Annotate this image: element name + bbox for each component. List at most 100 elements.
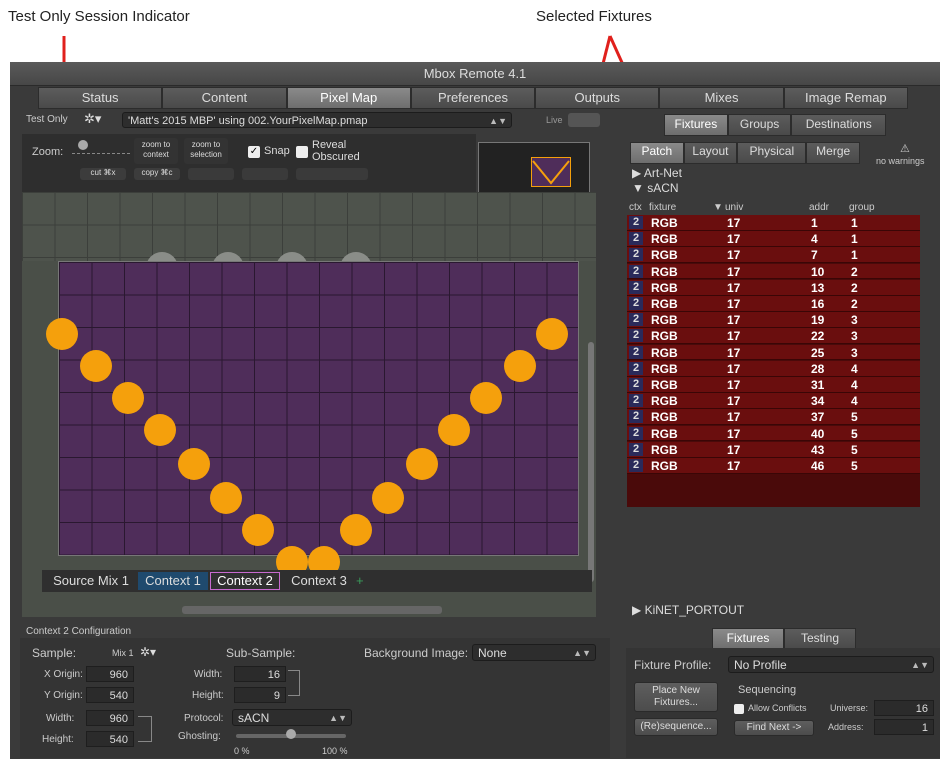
fixture-dot[interactable] [242,514,274,546]
tab-testing[interactable]: Testing [784,628,856,650]
table-row[interactable]: 2 RGB 17 13 2 [627,279,920,296]
tab-patch[interactable]: Patch [630,142,684,164]
tab-destinations[interactable]: Destinations [791,114,887,136]
fixture-dot[interactable] [210,482,242,514]
tab-groups[interactable]: Groups [727,114,792,136]
tab-preferences[interactable]: Preferences [410,87,536,109]
width-field[interactable]: 960 [86,710,134,726]
live-toggle[interactable] [568,113,600,127]
tab-status[interactable]: Status [38,87,163,109]
tab-image-remap[interactable]: Image Remap [783,87,908,109]
gear-icon[interactable]: ✲▾ [84,111,101,127]
fixture-dot[interactable] [536,318,568,350]
snap-checkbox[interactable]: ✓ [248,146,260,158]
tab-source-mix-1[interactable]: Source Mix 1 [46,572,136,590]
resequence-button[interactable]: (Re)sequence... [634,718,718,736]
sub-width-field[interactable]: 16 [234,666,286,682]
aspect-lock[interactable] [138,716,152,742]
pixel-map-file-select[interactable]: 'Matt's 2015 MBP' using 002.YourPixelMap… [122,112,512,128]
fixture-dot[interactable] [80,350,112,382]
fixture-dot[interactable] [112,382,144,414]
cell-ctx: 2 [629,280,643,294]
col-univ[interactable]: univ [725,202,743,213]
table-row[interactable]: 2 RGB 17 43 5 [627,441,920,458]
x-origin-field[interactable]: 960 [86,666,134,682]
table-row[interactable]: 2 RGB 17 7 1 [627,247,920,264]
fixture-dot[interactable] [438,414,470,446]
tree-artnet[interactable]: ▶ Art-Net [632,166,682,180]
cut-button[interactable]: cut ⌘x [80,168,126,180]
tree-kinet[interactable]: ▶ KiNET_PORTOUT [632,603,744,617]
table-row[interactable]: 2 RGB 17 10 2 [627,263,920,280]
sub-height-field[interactable]: 9 [234,687,286,703]
cell-addr: 22 [811,329,825,344]
table-row[interactable]: 2 RGB 17 31 4 [627,377,920,393]
col-group[interactable]: group [849,202,875,213]
sub-aspect-lock[interactable] [288,670,300,696]
add-context-button[interactable]: + [356,572,370,590]
fixture-dot[interactable] [470,382,502,414]
tree-sacn[interactable]: ▼ sACN [632,181,679,195]
table-row[interactable]: 2 RGB 17 46 5 [627,458,920,474]
fixture-dot[interactable] [178,448,210,480]
pixel-map-canvas[interactable] [22,192,596,617]
col-fixture[interactable]: fixture [649,202,676,213]
fixture-dot[interactable] [406,448,438,480]
tab-content[interactable]: Content [162,87,287,109]
tab-pixel-map[interactable]: Pixel Map [286,87,411,109]
fixture-dot[interactable] [144,414,176,446]
table-row[interactable]: 2 RGB 17 28 4 [627,360,920,377]
copy-button[interactable]: copy ⌘c [134,168,180,180]
cell-group: 4 [851,361,858,376]
tab-merge[interactable]: Merge [806,142,860,164]
table-row[interactable]: 2 RGB 17 40 5 [627,425,920,442]
y-origin-field[interactable]: 540 [86,687,134,703]
tab-fixtures[interactable]: Fixtures [664,114,728,136]
allow-conflicts-checkbox[interactable] [734,704,744,714]
height-field[interactable]: 540 [86,731,134,747]
sample-gear-icon[interactable]: ✲▾ [140,645,156,659]
tab-context-3[interactable]: Context 3 [284,572,354,590]
find-next-button[interactable]: Find Next -> [734,720,814,736]
tab-context-2[interactable]: Context 2 [210,572,280,590]
cell-ctx: 2 [629,410,643,424]
horizontal-scrollbar[interactable] [182,606,442,614]
table-row[interactable]: 2 RGB 17 37 5 [627,409,920,426]
reveal-obscured-checkbox[interactable] [296,146,308,158]
address-field[interactable]: 1 [874,719,934,735]
zoom-to-selection-button[interactable]: zoom to selection [184,138,228,164]
universe-field[interactable]: 16 [874,700,934,716]
fixture-profile-select[interactable]: No Profile ▲▼ [728,656,934,673]
background-image-select[interactable]: None ▲▼ [472,644,596,661]
table-row[interactable]: 2 RGB 17 4 1 [627,231,920,247]
cell-ctx: 2 [629,248,643,262]
table-row[interactable]: 2 RGB 17 22 3 [627,328,920,345]
tab-outputs[interactable]: Outputs [535,87,660,109]
fixture-dot[interactable] [504,350,536,382]
tab-layout[interactable]: Layout [683,142,738,164]
tab-context-1[interactable]: Context 1 [138,572,208,590]
zoom-to-context-button[interactable]: zoom to context [134,138,178,164]
cell-fixture: RGB [651,361,678,376]
protocol-select[interactable]: sACN ▲▼ [232,709,352,726]
table-header: ctx fixture ▼ univ addr group [627,202,920,215]
col-addr[interactable]: addr [809,202,829,213]
fixture-dot[interactable] [340,514,372,546]
table-row[interactable]: 2 RGB 17 1 1 [627,215,920,231]
place-new-fixtures-button[interactable]: Place New Fixtures... [634,682,718,712]
table-row[interactable]: 2 RGB 17 16 2 [627,296,920,312]
tab-physical[interactable]: Physical [737,142,807,164]
ghosting-slider-thumb[interactable] [286,729,296,739]
minimap[interactable] [478,142,590,198]
tab-fixtures-panel[interactable]: Fixtures [712,628,784,650]
vertical-scrollbar[interactable] [588,342,594,582]
table-row[interactable]: 2 RGB 17 19 3 [627,312,920,328]
fixture-dot[interactable] [372,482,404,514]
test-only-indicator: Test Only [26,114,68,125]
col-ctx[interactable]: ctx [629,202,642,213]
table-row[interactable]: 2 RGB 17 25 3 [627,344,920,361]
fixture-dot[interactable] [46,318,78,350]
zoom-slider-thumb[interactable] [78,140,88,150]
table-row[interactable]: 2 RGB 17 34 4 [627,393,920,409]
tab-mixes[interactable]: Mixes [659,87,784,109]
